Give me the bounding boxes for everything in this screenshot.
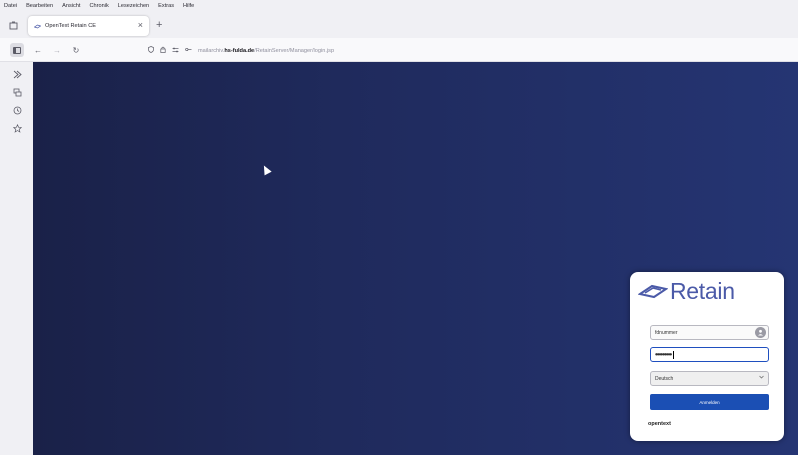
tab-close-icon[interactable]: × xyxy=(138,20,143,31)
menu-file[interactable]: Datei xyxy=(4,3,17,9)
login-card: Retain fdnummer ••••••••• Deutsch Anmeld… xyxy=(630,272,784,441)
login-button[interactable]: Anmelden xyxy=(650,394,769,410)
url-host: hs-fulda.de xyxy=(224,47,255,54)
menu-view[interactable]: Ansicht xyxy=(62,3,80,9)
menu-edit[interactable]: Bearbeiten xyxy=(26,3,53,9)
menu-help[interactable]: Hilfe xyxy=(183,3,194,9)
user-lookup-icon[interactable] xyxy=(755,327,766,338)
password-value: ••••••••• xyxy=(655,350,672,359)
menu-tools[interactable]: Extras xyxy=(158,3,174,9)
retain-favicon-icon xyxy=(34,24,41,28)
mouse-cursor-icon xyxy=(260,163,272,176)
username-input[interactable]: fdnummer xyxy=(650,325,769,340)
text-caret xyxy=(673,350,675,359)
bookmarks-icon[interactable] xyxy=(11,122,23,134)
url-bar[interactable]: mailarchiv. hs-fulda.de/RetainServer/Mana… xyxy=(148,44,788,57)
shield-icon[interactable] xyxy=(148,46,154,55)
url-path: /RetainServer/Manager/login.jsp xyxy=(254,47,335,54)
retain-logo: Retain xyxy=(638,278,735,305)
chevron-down-icon xyxy=(759,375,764,381)
logo-text: Retain xyxy=(670,278,735,304)
back-button[interactable]: ← xyxy=(31,43,45,57)
key-icon[interactable] xyxy=(185,47,192,54)
new-tab-button[interactable]: + xyxy=(156,19,162,31)
sidebar-icon xyxy=(13,46,21,54)
forward-button[interactable]: → xyxy=(50,43,64,57)
synced-tabs-icon[interactable] xyxy=(11,86,23,98)
url-prefix: mailarchiv. xyxy=(198,47,225,54)
sidebar-toggle-button[interactable] xyxy=(10,43,24,57)
password-input[interactable]: ••••••••• xyxy=(650,347,769,362)
tab-opentext-retain[interactable]: OpenText Retain CE × xyxy=(28,16,149,36)
browser-sidebar xyxy=(0,62,33,455)
language-value: Deutsch xyxy=(655,375,674,382)
menu-history[interactable]: Chronik xyxy=(89,3,108,9)
navigation-bar: ← → ↻ mailarchiv. hs-fulda.de/RetainServe… xyxy=(0,38,798,62)
ai-chat-icon[interactable] xyxy=(11,68,23,80)
opentext-brand: opentext xyxy=(648,421,671,427)
lock-icon[interactable] xyxy=(160,46,166,55)
username-value: fdnummer xyxy=(655,329,678,336)
history-icon[interactable] xyxy=(11,104,23,116)
language-select[interactable]: Deutsch xyxy=(650,371,769,386)
reload-button[interactable]: ↻ xyxy=(69,43,83,57)
tab-strip: OpenText Retain CE × + xyxy=(0,12,798,38)
tab-title: OpenText Retain CE xyxy=(45,23,96,29)
menu-bookmarks[interactable]: Lesezeichen xyxy=(118,3,149,9)
tab-overview-icon[interactable] xyxy=(6,18,20,32)
menu-bar: Datei Bearbeiten Ansicht Chronik Lesezei… xyxy=(0,0,798,12)
retain-logo-mark-icon xyxy=(638,284,668,298)
permissions-icon[interactable] xyxy=(172,47,179,55)
